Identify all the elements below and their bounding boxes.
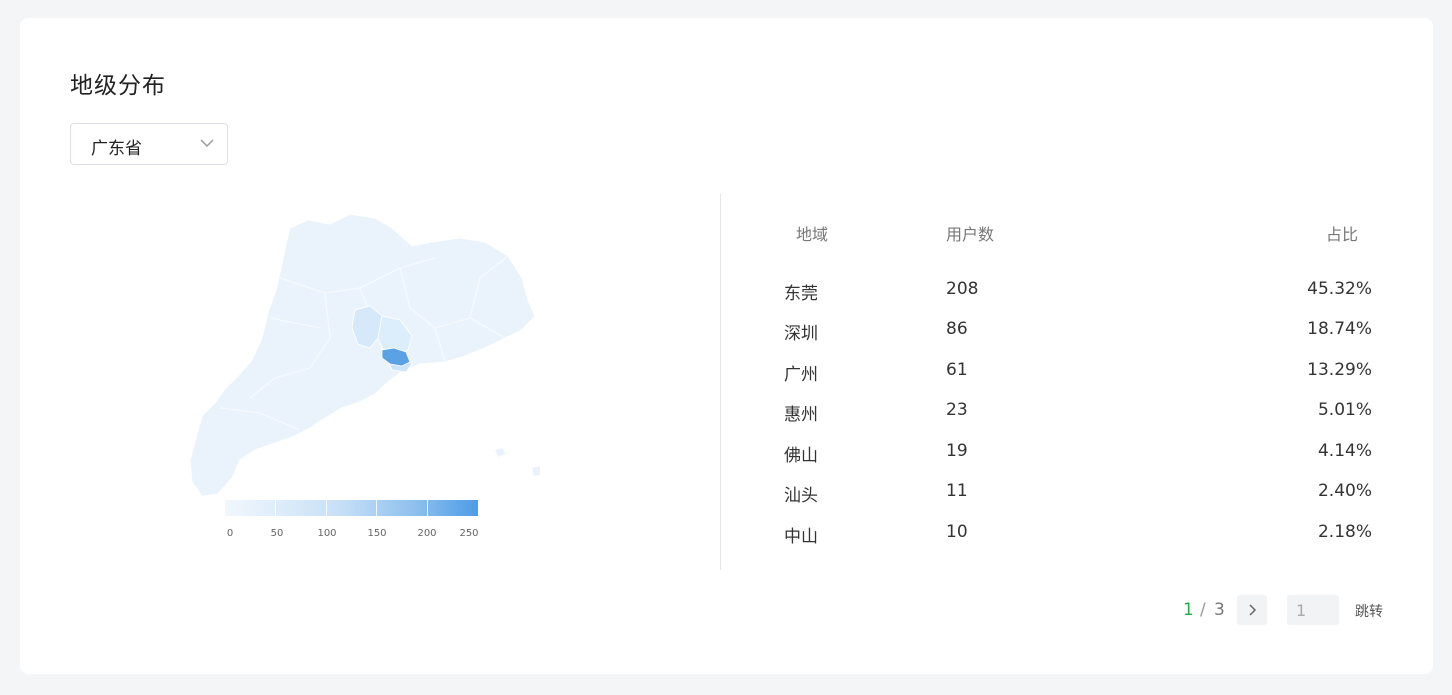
chevron-right-icon (1249, 604, 1257, 616)
cell-region: 广州 (784, 365, 818, 385)
table-row: 中山 10 2.18% (784, 522, 1374, 552)
cell-region: 惠州 (784, 405, 818, 425)
cell-users: 19 (946, 441, 968, 461)
province-map[interactable] (160, 198, 542, 498)
pagination-current-page: 1 (1183, 600, 1194, 620)
legend-tick: 250 (459, 528, 479, 539)
cell-ratio: 18.74% (1307, 319, 1372, 339)
cell-region: 深圳 (784, 324, 818, 344)
cell-ratio: 13.29% (1307, 360, 1372, 380)
legend-tick: 200 (417, 528, 437, 539)
cell-ratio: 2.40% (1317, 481, 1372, 501)
cell-ratio: 4.14% (1317, 441, 1372, 461)
column-header-users: 用户数 (946, 225, 995, 244)
cell-users: 23 (946, 400, 968, 420)
next-page-button[interactable] (1237, 595, 1267, 625)
chevron-down-icon (200, 139, 214, 148)
cell-ratio: 2.18% (1317, 522, 1372, 542)
legend-tick: 150 (367, 528, 387, 539)
pagination-total-pages: 3 (1214, 600, 1225, 620)
cell-ratio: 5.01% (1317, 400, 1372, 420)
map-province-shape (189, 213, 536, 497)
cell-region: 佛山 (784, 446, 818, 466)
pagination-separator: / (1200, 600, 1206, 620)
province-select-value: 广东省 (91, 139, 142, 159)
region-distribution-card: 地级分布 广东省 0 50 100 150 200 250 地域 用户数 占比 … (20, 18, 1433, 674)
table-row: 惠州 23 5.01% (784, 400, 1374, 430)
cell-users: 86 (946, 319, 968, 339)
cell-region: 汕头 (784, 486, 818, 506)
cell-region: 中山 (784, 527, 818, 547)
table-row: 汕头 11 2.40% (784, 481, 1374, 511)
column-header-ratio: 占比 (1326, 225, 1359, 244)
cell-users: 10 (946, 522, 968, 542)
cell-users: 208 (946, 279, 979, 299)
table-row: 广州 61 13.29% (784, 360, 1374, 390)
cell-users: 11 (946, 481, 968, 501)
cell-users: 61 (946, 360, 968, 380)
province-select[interactable]: 广东省 (70, 123, 228, 165)
table-row: 佛山 19 4.14% (784, 441, 1374, 471)
cell-ratio: 45.32% (1307, 279, 1372, 299)
page-jump-button[interactable]: 跳转 (1355, 601, 1383, 621)
legend-tick: 100 (317, 528, 337, 539)
page-jump-input[interactable] (1287, 595, 1339, 625)
table-row: 深圳 86 18.74% (784, 319, 1374, 349)
column-header-region: 地域 (796, 225, 829, 244)
legend-gradient-bar (225, 500, 478, 516)
legend-tick: 50 (270, 528, 284, 539)
legend-tick: 0 (226, 528, 234, 539)
table-row: 东莞 208 45.32% (784, 279, 1374, 309)
map-legend: 0 50 100 150 200 250 (225, 500, 480, 540)
section-title: 地级分布 (70, 73, 166, 99)
vertical-divider (720, 194, 721, 570)
cell-region: 东莞 (784, 284, 818, 304)
